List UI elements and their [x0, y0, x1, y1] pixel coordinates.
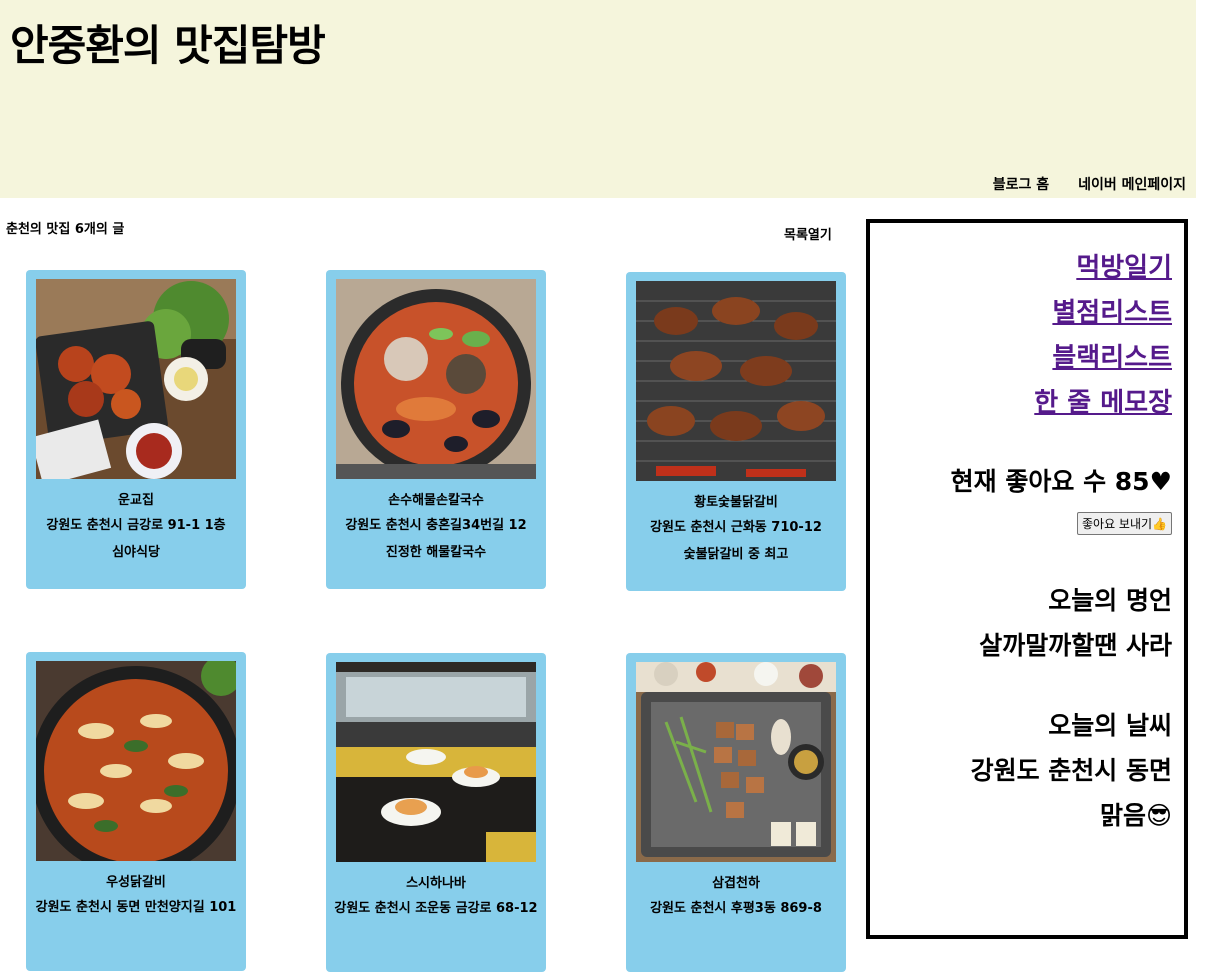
- restaurant-card[interactable]: 삼겹천하 강원도 춘천시 후평3동 869-8: [626, 653, 846, 972]
- restaurant-name: 황토숯불닭갈비: [694, 495, 778, 510]
- sidebar: 먹방일기 별점리스트 블랙리스트 한 줄 메모장 현재 좋아요 수 85♥ 좋아…: [866, 219, 1188, 939]
- like-count: 현재 좋아요 수 85♥: [950, 467, 1172, 496]
- sidebar-link-blacklist[interactable]: 블랙리스트: [1052, 337, 1172, 374]
- restaurant-card[interactable]: 운교집 강원도 춘천시 금강로 91-1 1층 심야식당: [26, 270, 246, 589]
- sidebar-link-rating-list[interactable]: 별점리스트: [1052, 292, 1172, 329]
- restaurant-name: 스시하나바: [406, 876, 466, 891]
- restaurant-note: 심야식당: [112, 545, 160, 560]
- weather-location: 강원도 춘천시 동면: [970, 756, 1172, 785]
- quote-title: 오늘의 명언: [1048, 586, 1172, 615]
- charcoal-grill-image: [636, 281, 836, 481]
- restaurant-note: 진정한 해물칼국수: [385, 545, 487, 560]
- sidebar-link-memo[interactable]: 한 줄 메모장: [1034, 382, 1172, 419]
- dakgalbi-pan-image: [36, 661, 236, 861]
- restaurant-address: 강원도 춘천시 근화동 710-12: [650, 520, 822, 535]
- open-list-button[interactable]: 목록열기: [784, 224, 832, 243]
- top-nav: 블로그 홈 네이버 메인페이지: [969, 174, 1186, 194]
- post-count-label: 춘천의 맛집 6개의 글: [6, 222, 125, 237]
- quote-text: 살까말까할땐 사라: [979, 631, 1172, 660]
- weather-status: 맑음😎: [1099, 801, 1172, 830]
- restaurant-card[interactable]: 우성닭갈비 강원도 춘천시 동면 만천양지길 101: [26, 652, 246, 971]
- restaurant-card[interactable]: 황토숯불닭갈비 강원도 춘천시 근화동 710-12 숯불닭갈비 중 최고: [626, 272, 846, 591]
- conveyor-sushi-image: [336, 662, 536, 862]
- dakgalbi-plate-image: [36, 279, 236, 479]
- page-header: 안중환의 맛집탐방 블로그 홈 네이버 메인페이지: [0, 0, 1196, 198]
- pork-belly-grill-image: [636, 662, 836, 862]
- restaurant-address: 강원도 춘천시 충혼길34번길 12: [345, 518, 527, 533]
- restaurant-note: 숯불닭갈비 중 최고: [683, 547, 789, 562]
- site-title: 안중환의 맛집탐방: [10, 21, 326, 70]
- restaurant-name: 삼겹천하: [712, 876, 760, 891]
- send-like-button[interactable]: 좋아요 보내기👍: [1077, 512, 1172, 535]
- restaurant-address: 강원도 춘천시 후평3동 869-8: [650, 901, 822, 916]
- restaurant-card[interactable]: 스시하나바 강원도 춘천시 조운동 금강로 68-12: [326, 653, 546, 972]
- restaurant-address: 강원도 춘천시 조운동 금강로 68-12: [334, 901, 538, 916]
- blog-home-link[interactable]: 블로그 홈: [993, 177, 1049, 193]
- sidebar-link-mukbang-diary[interactable]: 먹방일기: [1076, 247, 1172, 284]
- restaurant-address: 강원도 춘천시 동면 만천양지길 101: [35, 900, 237, 915]
- restaurant-address: 강원도 춘천시 금강로 91-1 1층: [46, 518, 226, 533]
- seafood-kalguksu-image: [336, 279, 536, 479]
- naver-main-link[interactable]: 네이버 메인페이지: [1078, 177, 1186, 193]
- restaurant-card[interactable]: 손수해물손칼국수 강원도 춘천시 충혼길34번길 12 진정한 해물칼국수: [326, 270, 546, 589]
- restaurant-name: 운교집: [118, 493, 154, 508]
- restaurant-name: 손수해물손칼국수: [388, 493, 484, 508]
- restaurant-name: 우성닭갈비: [106, 875, 166, 890]
- weather-title: 오늘의 날씨: [1048, 711, 1172, 740]
